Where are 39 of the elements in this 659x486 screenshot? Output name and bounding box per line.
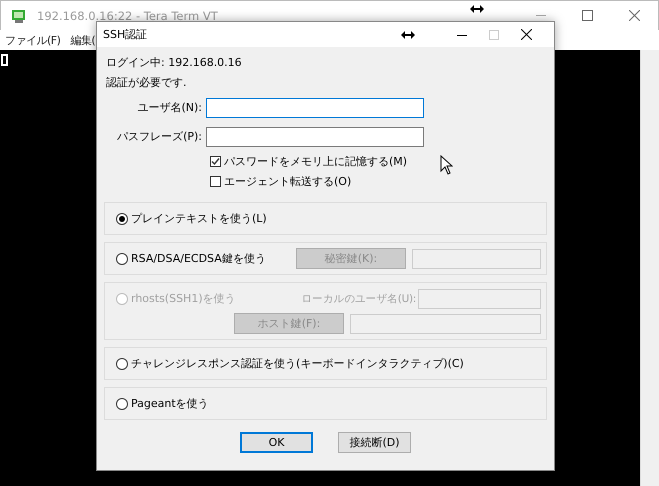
text-cursor [1, 54, 8, 66]
radio-button[interactable] [116, 398, 128, 410]
checkbox[interactable] [210, 156, 221, 166]
field-label: ユーザ名(N): [136, 100, 203, 115]
app-icon [11, 8, 27, 24]
checkbox-label: エージェント転送する(O) [224, 174, 352, 188]
auth-message: 認証が必要です. [105, 75, 188, 91]
maximize-icon [489, 30, 499, 40]
radio-button[interactable] [116, 358, 128, 370]
input-field[interactable] [206, 126, 424, 146]
radio-button[interactable] [116, 212, 128, 224]
radio-label: プレインテキストを使う(L) [131, 211, 267, 226]
radio-label: rhosts(SSH1)を使う [131, 291, 236, 306]
menu-item[interactable]: ファイル(F) [5, 32, 60, 48]
input-field[interactable] [412, 248, 541, 268]
dialog-button[interactable]: 接続断(D) [338, 432, 411, 453]
radio-label: チャレンジレスポンス認証を使う(キーボードインタラクティブ)(C) [131, 356, 464, 371]
radio-label: Pageantを使う [131, 396, 209, 411]
radio-label: RSA/DSA/ECDSA鍵を使う [131, 251, 266, 266]
input-field[interactable] [350, 314, 541, 334]
scrollbar[interactable] [640, 50, 659, 486]
maximize-icon [582, 10, 593, 21]
checkbox[interactable] [210, 176, 221, 186]
checkbox-label: パスワードをメモリ上に記憶する(M) [224, 154, 408, 168]
login-status: ログイン中: 192.168.0.16 [105, 55, 243, 71]
dialog-button[interactable]: OK [240, 432, 313, 453]
menu-item[interactable]: 編集( [70, 32, 96, 48]
dialog-title: SSH認証 [103, 27, 148, 42]
radio-button[interactable] [116, 252, 128, 264]
window-title: 192.168.0.16:22 - Tera Term VT [37, 8, 218, 22]
input-field[interactable] [418, 288, 541, 308]
resize-cursor-icon [401, 30, 415, 38]
close-icon [521, 29, 532, 40]
input-field[interactable] [206, 98, 424, 118]
field-label: ローカルのユーザ名(U): [300, 292, 417, 306]
field-label: パスフレーズ(P): [116, 129, 203, 144]
resize-cursor-icon [470, 5, 484, 13]
mouse-pointer-icon [440, 155, 453, 175]
close-icon [629, 10, 640, 21]
